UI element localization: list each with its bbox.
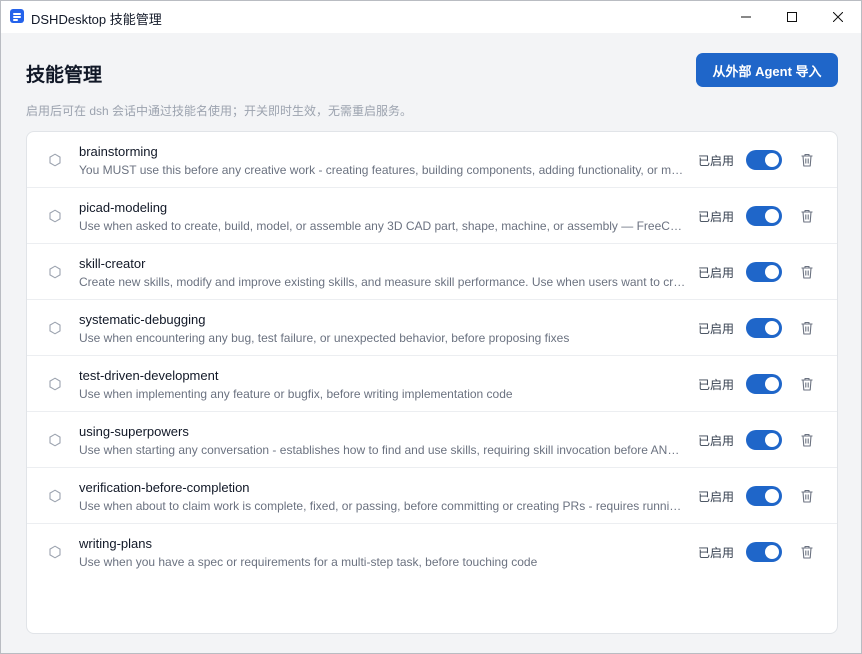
skill-enable-toggle[interactable]: [746, 262, 782, 282]
maximize-icon: [787, 12, 797, 22]
trash-icon[interactable]: [799, 320, 815, 336]
skill-status-label: 已启用: [698, 210, 735, 224]
skill-name: using-superpowers: [79, 424, 189, 439]
skill-description: Use when asked to create, build, model, …: [79, 219, 686, 233]
skill-name: test-driven-development: [79, 368, 219, 383]
skill-list: brainstorming You MUST use this before a…: [26, 131, 838, 634]
skill-row-systematic-debugging: systematic-debugging Use when encounteri…: [27, 300, 837, 356]
skill-enable-toggle[interactable]: [746, 542, 782, 562]
skill-description: Use when encountering any bug, test fail…: [79, 331, 570, 345]
title-bar[interactable]: DSHDesktop 技能管理: [1, 1, 861, 33]
app-logo-icon: [10, 9, 24, 23]
skill-enable-toggle[interactable]: [746, 374, 782, 394]
skill-description: Create new skills, modify and improve ex…: [79, 275, 686, 289]
skill-row-skill-creator: skill-creator Create new skills, modify …: [27, 244, 837, 300]
trash-icon[interactable]: [799, 544, 815, 560]
trash-icon[interactable]: [799, 488, 815, 504]
maximize-button[interactable]: [769, 1, 815, 33]
skill-status-label: 已启用: [698, 490, 735, 504]
skill-row-using-superpowers: using-superpowers Use when starting any …: [27, 412, 837, 468]
skill-name: verification-before-completion: [79, 480, 250, 495]
minimize-icon: [741, 16, 751, 18]
skill-row-writing-plans: writing-plans Use when you have a spec o…: [27, 524, 837, 580]
skill-row-test-driven-development: test-driven-development Use when impleme…: [27, 356, 837, 412]
skill-enable-toggle[interactable]: [746, 318, 782, 338]
toggle-knob: [765, 153, 779, 167]
skill-status-label: 已启用: [698, 378, 735, 392]
app-window: DSHDesktop 技能管理 技能管理 从外部 Agent 导入 启用后可在 …: [0, 0, 862, 654]
skill-status-label: 已启用: [698, 322, 735, 336]
page-hint: 启用后可在 dsh 会话中通过技能名使用；开关即时生效，无需重启服务。: [26, 104, 413, 118]
window-title: DSHDesktop 技能管理: [31, 12, 162, 27]
skill-status-label: 已启用: [698, 434, 735, 448]
close-button[interactable]: [815, 1, 861, 33]
toggle-knob: [765, 377, 779, 391]
skill-enable-toggle[interactable]: [746, 206, 782, 226]
import-from-agent-button[interactable]: 从外部 Agent 导入: [696, 53, 838, 87]
skill-hexagon-icon: [49, 489, 61, 503]
toggle-knob: [765, 545, 779, 559]
trash-icon[interactable]: [799, 152, 815, 168]
skill-status-label: 已启用: [698, 266, 735, 280]
minimize-button[interactable]: [723, 1, 769, 33]
close-icon: [833, 12, 843, 22]
skill-hexagon-icon: [49, 265, 61, 279]
toggle-knob: [765, 489, 779, 503]
skill-name: brainstorming: [79, 144, 158, 159]
skill-hexagon-icon: [49, 545, 61, 559]
toggle-knob: [765, 321, 779, 335]
skill-row-picad-modeling: picad-modeling Use when asked to create,…: [27, 188, 837, 244]
skill-description: Use when implementing any feature or bug…: [79, 387, 513, 401]
trash-icon[interactable]: [799, 264, 815, 280]
skill-description: You MUST use this before any creative wo…: [79, 163, 686, 177]
skill-hexagon-icon: [49, 153, 61, 167]
page-title: 技能管理: [26, 65, 103, 86]
skill-name: skill-creator: [79, 256, 146, 271]
skill-enable-toggle[interactable]: [746, 430, 782, 450]
skill-name: systematic-debugging: [79, 312, 206, 327]
skill-status-label: 已启用: [698, 546, 735, 560]
skill-row-verification-before-completion: verification-before-completion Use when …: [27, 468, 837, 524]
toggle-knob: [765, 209, 779, 223]
skill-enable-toggle[interactable]: [746, 486, 782, 506]
skill-description: Use when about to claim work is complete…: [79, 499, 686, 513]
skill-hexagon-icon: [49, 321, 61, 335]
toggle-knob: [765, 265, 779, 279]
skill-description: Use when you have a spec or requirements…: [79, 555, 538, 569]
skill-hexagon-icon: [49, 209, 61, 223]
skill-description: Use when starting any conversation - est…: [79, 443, 686, 457]
skill-row-brainstorming: brainstorming You MUST use this before a…: [27, 132, 837, 188]
trash-icon[interactable]: [799, 432, 815, 448]
toggle-knob: [765, 433, 779, 447]
skill-name: picad-modeling: [79, 200, 168, 215]
trash-icon[interactable]: [799, 376, 815, 392]
skill-name: writing-plans: [79, 536, 152, 551]
skill-hexagon-icon: [49, 433, 61, 447]
skill-enable-toggle[interactable]: [746, 150, 782, 170]
skill-status-label: 已启用: [698, 154, 735, 168]
skill-hexagon-icon: [49, 377, 61, 391]
trash-icon[interactable]: [799, 208, 815, 224]
